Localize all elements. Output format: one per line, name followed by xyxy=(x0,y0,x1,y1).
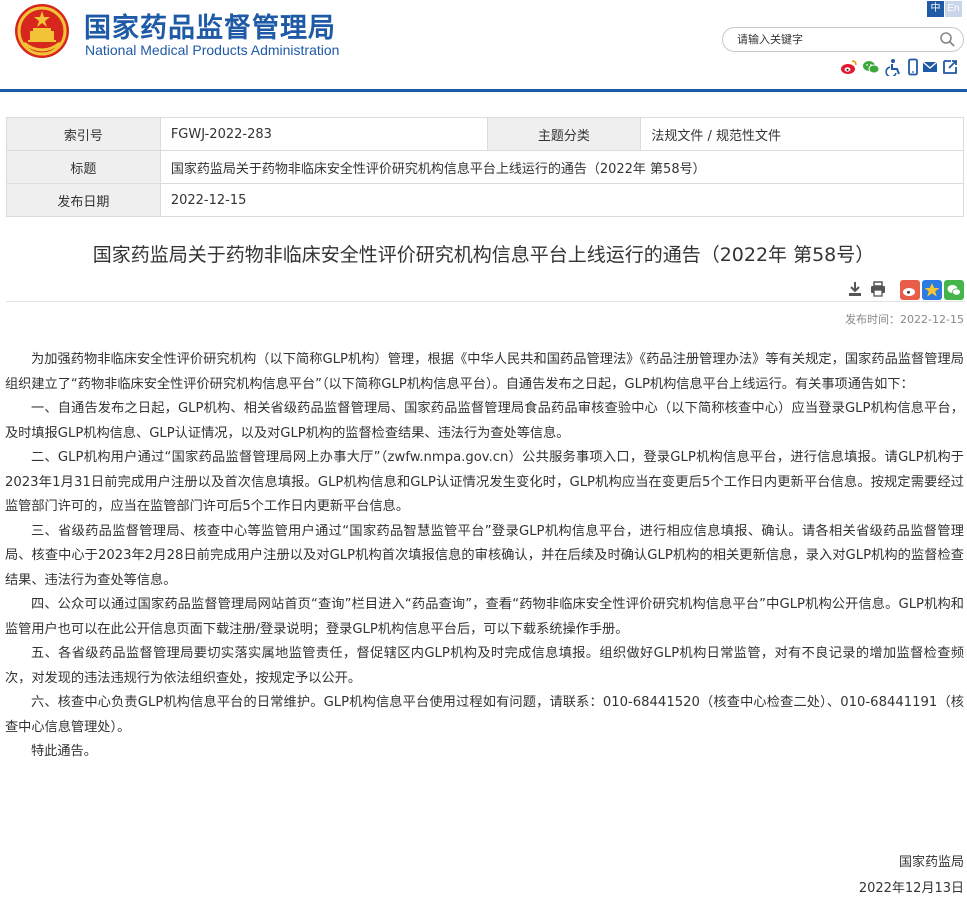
index-value: FGWJ-2022-283 xyxy=(159,117,488,151)
document-meta-table: 索引号 FGWJ-2022-283 主题分类 法规文件 / 规范性文件 标题 国… xyxy=(6,117,965,217)
category-label: 主题分类 xyxy=(486,117,642,151)
site-header: 国家药品监督管理局 National Medical Products Admi… xyxy=(0,0,967,90)
paragraph-item-6: 六、核查中心负责GLP机构信息平台的日常维护。GLP机构信息平台使用过程如有问题… xyxy=(5,695,964,735)
paragraph-intro: 为加强药物非临床安全性评价研究机构（以下简称GLP机构）管理，根据《中华人民共和… xyxy=(5,352,964,392)
table-row: 发布日期 2022-12-15 xyxy=(6,183,965,217)
paragraph-item-5: 五、各省级药品监督管理局要切实落实属地监管责任，督促辖区内GLP机构及时完成信息… xyxy=(5,646,964,686)
paragraph-item-1: 一、自通告发布之日起，GLP机构、相关省级药品监督管理局、国家药品监督管理局食品… xyxy=(5,401,964,441)
index-label: 索引号 xyxy=(6,117,161,151)
search-box xyxy=(722,27,964,52)
table-row: 标题 国家药监局关于药物非临床安全性评价研究机构信息平台上线运行的通告（2022… xyxy=(6,150,965,184)
lang-en-button[interactable]: En xyxy=(945,1,962,17)
share-wechat-icon[interactable] xyxy=(944,280,964,300)
print-icon[interactable] xyxy=(869,280,887,298)
title-value: 国家药监局关于药物非临床安全性评价研究机构信息平台上线运行的通告（2022年 第… xyxy=(159,150,965,184)
signature-date: 2022年12月13日 xyxy=(858,881,964,896)
date-label: 发布日期 xyxy=(6,183,161,217)
date-value: 2022-12-15 xyxy=(159,183,965,217)
title-divider xyxy=(6,301,964,302)
lang-zh-button[interactable]: 中 xyxy=(927,1,944,17)
share-weibo-icon[interactable] xyxy=(900,280,920,300)
search-icon[interactable] xyxy=(939,31,956,48)
category-value: 法规文件 / 规范性文件 xyxy=(640,117,964,151)
mobile-icon[interactable] xyxy=(904,58,922,76)
mail-icon[interactable] xyxy=(921,58,939,76)
article-title: 国家药监局关于药物非临床安全性评价研究机构信息平台上线运行的通告（2022年 第… xyxy=(92,244,875,266)
table-row: 索引号 FGWJ-2022-283 主题分类 法规文件 / 规范性文件 xyxy=(6,117,964,151)
title-label: 标题 xyxy=(6,150,161,184)
article-body: 为加强药物非临床安全性评价研究机构（以下简称GLP机构）管理，根据《中华人民共和… xyxy=(5,348,964,765)
paragraph-closing: 特此通告。 xyxy=(31,744,97,759)
download-icon[interactable] xyxy=(846,280,864,298)
site-name-cn[interactable]: 国家药品监督管理局 xyxy=(84,6,336,45)
paragraph-item-3: 三、省级药品监督管理局、核查中心等监管用户通过“国家药品智慧监管平台”登录GLP… xyxy=(5,523,964,588)
site-name-en[interactable]: National Medical Products Administration xyxy=(85,42,339,58)
wechat-icon[interactable] xyxy=(862,58,880,76)
share-icon[interactable] xyxy=(941,58,959,76)
signature-org: 国家药监局 xyxy=(898,855,964,870)
national-emblem-icon xyxy=(15,4,69,58)
paragraph-item-4: 四、公众可以通过国家药品监督管理局网站首页“查询”栏目进入“药品查询”，查看“药… xyxy=(5,597,964,637)
paragraph-item-2: 二、GLP机构用户通过“国家药品监督管理局网上办事大厅”（zwfw.nmpa.g… xyxy=(5,450,964,514)
share-qzone-icon[interactable] xyxy=(922,280,942,300)
search-input[interactable] xyxy=(737,31,932,48)
publish-time: 发布时间：2022-12-15 xyxy=(845,313,964,326)
header-divider xyxy=(0,89,967,92)
accessibility-icon[interactable] xyxy=(885,58,903,78)
weibo-icon[interactable] xyxy=(840,58,858,76)
